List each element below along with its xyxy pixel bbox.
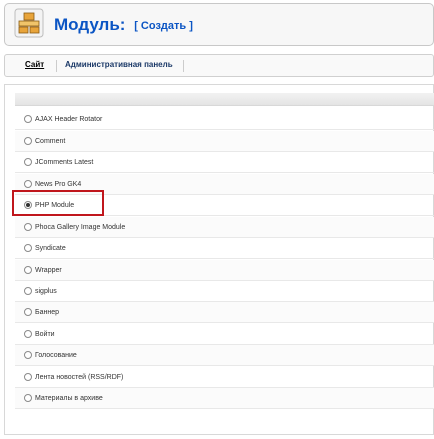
module-option-row[interactable]: Баннер — [15, 302, 434, 323]
module-option-label[interactable]: Wrapper — [35, 266, 62, 275]
module-option-row[interactable]: sigplus — [15, 281, 434, 302]
module-radio[interactable] — [24, 137, 32, 145]
module-option-label[interactable]: Голосование — [35, 351, 77, 360]
module-option-row[interactable]: Войти — [15, 324, 434, 345]
module-radio[interactable] — [24, 266, 32, 274]
module-option-label[interactable]: PHP Module — [35, 201, 74, 210]
module-radio[interactable] — [24, 201, 32, 209]
module-option-row[interactable]: Syndicate — [15, 238, 434, 259]
module-radio[interactable] — [24, 244, 32, 252]
module-option-row[interactable]: Материалы в архиве — [15, 388, 434, 409]
module-option-row[interactable]: JComments Latest — [15, 152, 434, 173]
page-header: Модуль: [ Создать ] — [4, 3, 434, 46]
module-option-label[interactable]: JComments Latest — [35, 158, 93, 167]
module-option-row[interactable]: News Pro GK4 — [15, 174, 434, 195]
module-option-row[interactable]: Лента новостей (RSS/RDF) — [15, 367, 434, 388]
module-radio[interactable] — [24, 180, 32, 188]
module-radio[interactable] — [24, 351, 32, 359]
create-action-label: [ Создать ] — [134, 20, 193, 32]
module-radio[interactable] — [24, 373, 32, 381]
module-option-label[interactable]: Phoca Gallery Image Module — [35, 223, 125, 232]
module-radio[interactable] — [24, 308, 32, 316]
module-radio[interactable] — [24, 158, 32, 166]
module-option-row[interactable]: Phoca Gallery Image Module — [15, 217, 434, 238]
module-radio[interactable] — [24, 330, 32, 338]
module-icon — [14, 8, 44, 38]
module-radio[interactable] — [24, 394, 32, 402]
tab-site[interactable]: Сайт — [25, 60, 44, 70]
module-option-label[interactable]: sigplus — [35, 287, 57, 296]
module-option-label[interactable]: Syndicate — [35, 244, 66, 253]
module-option-row[interactable]: Comment — [15, 131, 434, 152]
module-option-row[interactable]: Голосование — [15, 345, 434, 366]
module-option-label[interactable]: Баннер — [35, 308, 59, 317]
module-radio[interactable] — [24, 223, 32, 231]
module-option-row[interactable]: PHP Module — [15, 195, 434, 216]
divider — [4, 434, 434, 435]
module-option-row[interactable]: Wrapper — [15, 260, 434, 281]
module-option-label[interactable]: Войти — [35, 330, 55, 339]
module-option-label[interactable]: AJAX Header Rotator — [35, 115, 102, 124]
module-radio[interactable] — [24, 115, 32, 123]
tab-admin-panel[interactable]: Административная панель — [65, 60, 173, 70]
module-option-label[interactable]: Лента новостей (RSS/RDF) — [35, 373, 123, 382]
module-type-panel: AJAX Header Rotator Comment JComments Late… — [4, 84, 434, 434]
module-option-label[interactable]: Материалы в архиве — [35, 394, 103, 403]
client-tabs: Сайт Административная панель — [4, 54, 434, 77]
list-header — [15, 93, 434, 106]
module-radio[interactable] — [24, 287, 32, 295]
module-option-label[interactable]: News Pro GK4 — [35, 180, 81, 189]
module-option-row[interactable]: AJAX Header Rotator — [15, 109, 434, 130]
page-title-text: Модуль: — [54, 15, 126, 34]
tab-divider — [183, 60, 184, 72]
tab-divider — [56, 60, 57, 72]
module-option-label[interactable]: Comment — [35, 137, 65, 146]
page-title: Модуль: [ Создать ] — [54, 15, 193, 36]
